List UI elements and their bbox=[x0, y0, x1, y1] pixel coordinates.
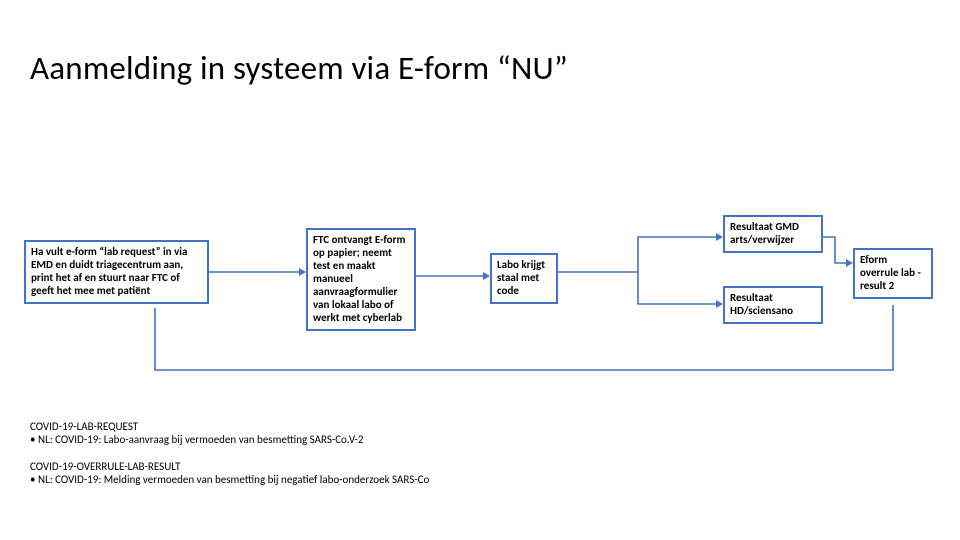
note-lab-request-item: • NL: COVID-19: Labo-aanvraag bij vermoe… bbox=[30, 433, 460, 446]
box-resultaat-hd: Resultaat HD/sciensano bbox=[723, 286, 823, 324]
note-overrule: COVID-19-OVERRULE-LAB-RESULT • NL: COVID… bbox=[30, 460, 460, 486]
box-ftc-ontvangt: FTC ontvangt E-form op papier; neemt tes… bbox=[306, 228, 416, 331]
arrow-b4-b6 bbox=[823, 233, 853, 267]
note-overrule-item: • NL: COVID-19: Melding vermoeden van be… bbox=[30, 473, 460, 486]
slide-title: Aanmelding in systeem via E-form “NU” bbox=[30, 48, 568, 88]
note-overrule-title: COVID-19-OVERRULE-LAB-RESULT bbox=[30, 460, 460, 473]
arrow-b1-b2 bbox=[209, 268, 306, 276]
note-lab-request: COVID-19-LAB-REQUEST • NL: COVID-19: Lab… bbox=[30, 420, 460, 446]
arrow-b2-b3 bbox=[416, 272, 490, 280]
box-resultaat-gmd: Resultaat GMD arts/verwijzer bbox=[723, 215, 823, 253]
box-eform-overrule: Eform overrule lab -result 2 bbox=[853, 248, 933, 299]
box-ha-vult-eform: Ha vult e-form “lab request” in via EMD … bbox=[24, 240, 209, 304]
arrow-b3-split bbox=[558, 232, 723, 314]
note-lab-request-title: COVID-19-LAB-REQUEST bbox=[30, 420, 460, 433]
box-labo-krijgt: Labo krijgt staal met code bbox=[490, 253, 558, 304]
